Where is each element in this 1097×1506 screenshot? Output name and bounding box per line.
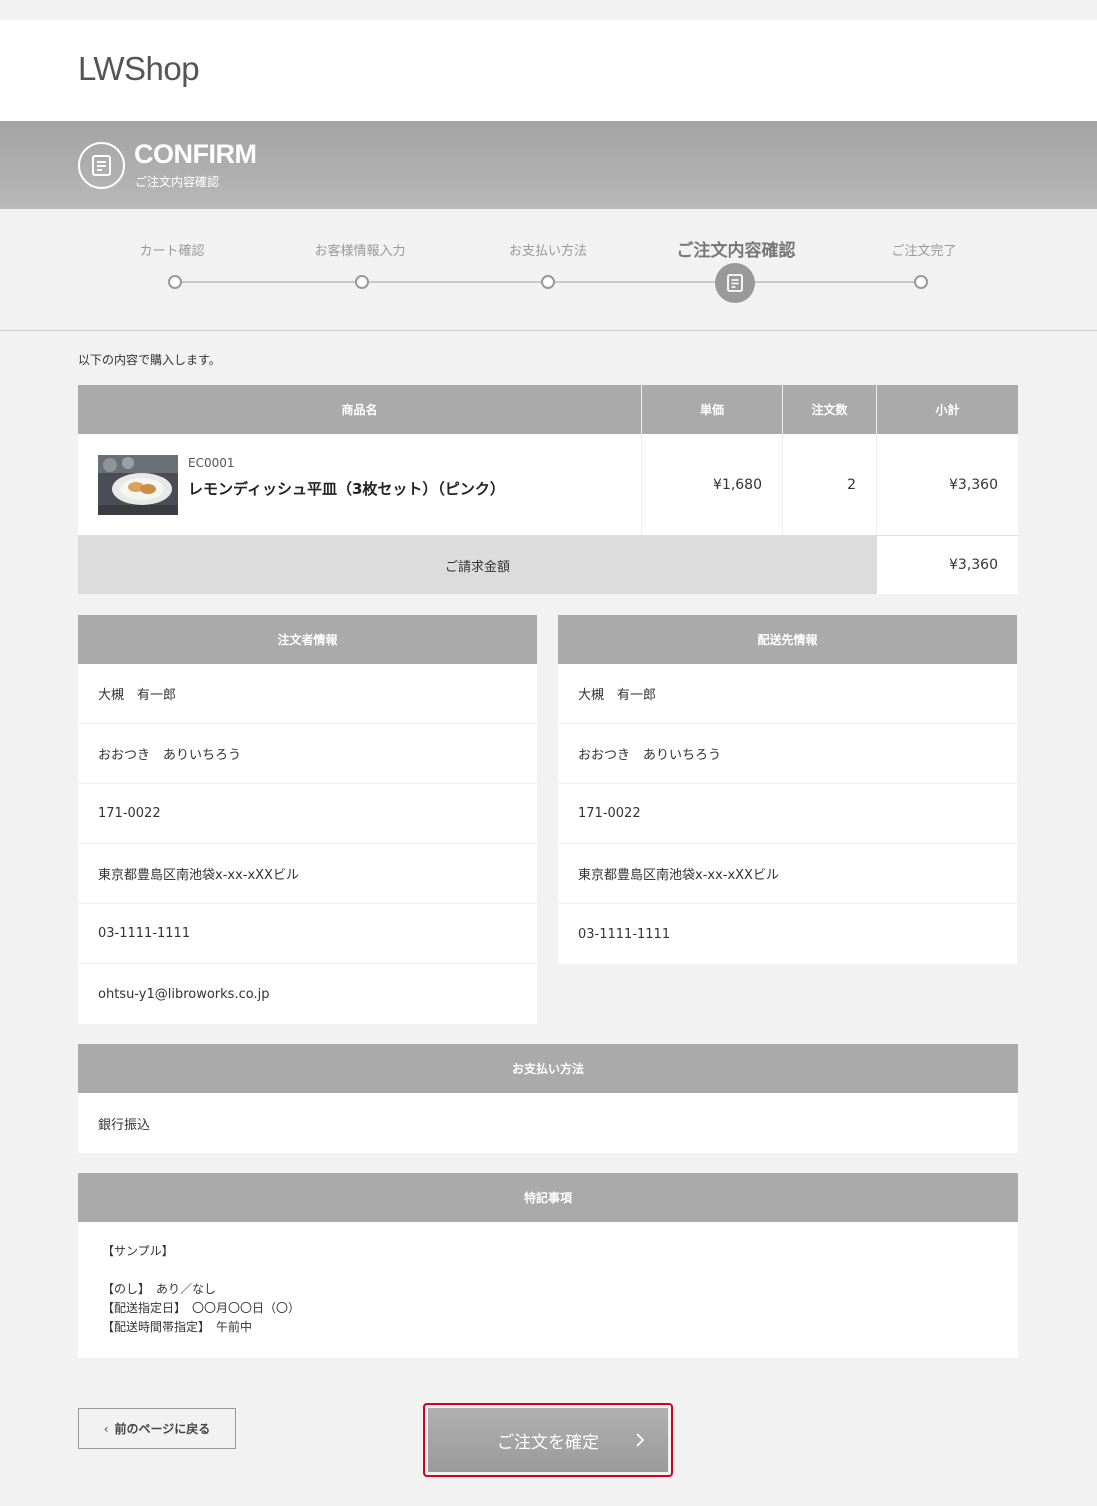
total-value: ¥3,360	[877, 536, 1018, 594]
order-table: 商品名 単価 注文数 小計 EC0001 レモンディッシュ平皿（3枚セット）（ピ…	[78, 385, 1018, 594]
notes-spacer	[102, 1261, 994, 1280]
notes-line: 【配送時間帯指定】 午前中	[102, 1320, 253, 1334]
shipping-phone: 03-1111-1111	[578, 926, 671, 942]
step-dot-confirm	[715, 263, 755, 303]
column-header-name: 商品名	[78, 385, 642, 434]
table-row: EC0001 レモンディッシュ平皿（3枚セット）（ピンク） ¥1,680 2 ¥…	[78, 434, 1018, 536]
panel-heading: 配送先情報	[558, 615, 1017, 664]
confirm-button-focus-ring: ご注文を確定	[423, 1403, 673, 1477]
step-label-cart: カート確認	[139, 244, 205, 259]
step-dot-payment	[541, 275, 555, 289]
total-label: ご請求金額	[78, 536, 877, 594]
shipping-info-panel: 配送先情報 大槻 有一郎 おおつき ありいちろう 171-0022 東京都豊島区…	[558, 615, 1017, 964]
step-label-payment: お支払い方法	[508, 244, 588, 259]
column-header-price: 単価	[642, 385, 783, 434]
shipping-postal-code: 171-0022	[558, 784, 1017, 844]
step-dot-customer	[355, 275, 369, 289]
panel-heading: 注文者情報	[78, 615, 537, 664]
orderer-kana: おおつき ありいちろう	[78, 724, 537, 784]
shipping-kana: おおつき ありいちろう	[558, 724, 1017, 784]
notes-line: 【配送指定日】 〇〇月〇〇日（〇）	[102, 1301, 301, 1315]
product-code: EC0001	[188, 456, 235, 470]
orderer-email: ohtsu-y1@libroworks.co.jp	[98, 986, 270, 1002]
document-icon	[78, 142, 125, 189]
payment-method-value: 銀行振込	[98, 1117, 151, 1133]
product-name: レモンディッシュ平皿（3枚セット）（ピンク）	[188, 480, 505, 498]
confirm-order-button[interactable]: ご注文を確定	[428, 1408, 668, 1472]
notes-line: 【サンプル】	[102, 1244, 174, 1258]
subtotal: ¥3,360	[949, 476, 998, 493]
back-button[interactable]: ‹ 前のページに戻る	[78, 1408, 236, 1449]
product-cell: EC0001 レモンディッシュ平皿（3枚セット）（ピンク）	[78, 434, 642, 535]
page-title: CONFIRM	[134, 139, 257, 169]
column-header-subtotal: 小計	[935, 403, 960, 417]
total-row: ご請求金額 ¥3,360	[78, 536, 1018, 594]
step-dot-complete	[914, 275, 928, 289]
orderer-postal-code: 171-0022	[78, 784, 537, 844]
notes-panel: 特記事項 【サンプル】 【のし】 あり／なし 【配送指定日】 〇〇月〇〇日（〇）…	[78, 1173, 1018, 1358]
panel-heading: 特記事項	[78, 1173, 1018, 1222]
back-button-label: 前のページに戻る	[114, 1422, 211, 1436]
step-label-complete: ご注文完了	[891, 244, 957, 259]
unit-price: ¥1,680	[642, 434, 783, 535]
notes-line: 【のし】 あり／なし	[102, 1282, 217, 1296]
confirm-button-label: ご注文を確定	[497, 1432, 599, 1453]
chevron-left-icon: ‹	[103, 1421, 109, 1436]
quantity: 2	[783, 434, 877, 535]
payment-method-panel: お支払い方法 銀行振込	[78, 1044, 1018, 1153]
shipping-address: 東京都豊島区南池袋x-xx-xXXビル	[558, 844, 1017, 904]
orderer-address: 東京都豊島区南池袋x-xx-xXXビル	[78, 844, 537, 904]
shipping-name: 大槻 有一郎	[558, 664, 1017, 724]
panel-heading: お支払い方法	[78, 1044, 1018, 1093]
notes-content: 【サンプル】 【のし】 あり／なし 【配送指定日】 〇〇月〇〇日（〇） 【配送時…	[78, 1222, 1018, 1357]
step-label-confirm: ご注文内容確認	[676, 241, 796, 261]
column-header-qty: 注文数	[783, 385, 877, 434]
site-logo[interactable]: LWShop	[78, 50, 200, 88]
page-subtitle: ご注文内容確認	[135, 175, 220, 189]
document-icon	[727, 274, 743, 292]
product-image	[98, 455, 178, 515]
page-banner: CONFIRM ご注文内容確認	[0, 121, 1097, 209]
step-label-customer: お客様情報入力	[314, 244, 406, 259]
orderer-info-panel: 注文者情報 大槻 有一郎 おおつき ありいちろう 171-0022 東京都豊島区…	[78, 615, 537, 1024]
step-dot-cart	[168, 275, 182, 289]
orderer-name: 大槻 有一郎	[78, 664, 537, 724]
orderer-phone: 03-1111-1111	[78, 904, 537, 964]
site-header: LWShop	[0, 20, 1097, 121]
intro-text: 以下の内容で購入します。	[78, 353, 221, 367]
table-header: 商品名 単価 注文数 小計	[78, 385, 1018, 434]
chevron-right-icon	[636, 1433, 645, 1447]
progress-steps: カート確認 お客様情報入力 お支払い方法 ご注文内容確認 ご注文完了	[0, 209, 1097, 331]
